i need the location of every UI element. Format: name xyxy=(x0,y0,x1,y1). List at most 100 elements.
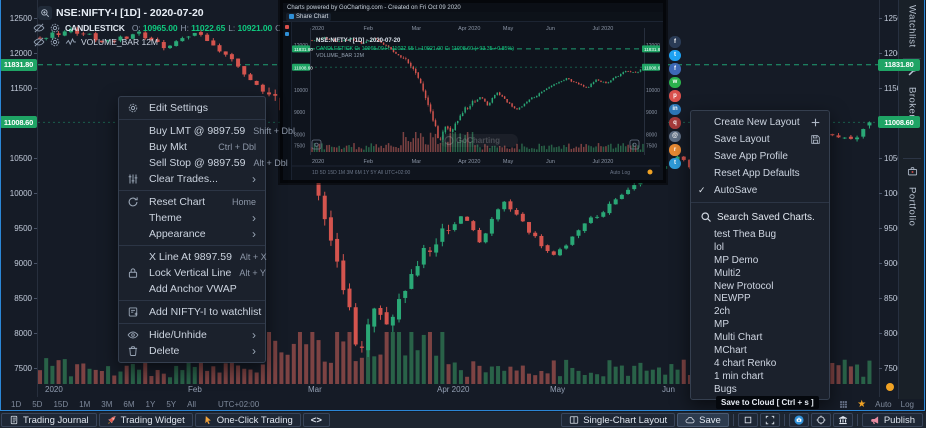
menu-item[interactable]: Delete› xyxy=(119,343,265,359)
taskbar-button-one-click-trading[interactable]: One-Click Trading xyxy=(195,413,301,427)
quora-share-icon[interactable]: q xyxy=(669,117,681,129)
menu-item[interactable]: Sell Stop @ 9897.59Alt + Dbl xyxy=(119,155,265,171)
favorite-star-icon[interactable]: ★ xyxy=(857,400,866,410)
menu-item-label: X Line At 9897.59 xyxy=(149,251,232,263)
auto-scale-toggle[interactable]: Auto xyxy=(875,400,891,409)
menu-item[interactable]: Buy LMT @ 9897.59Shift + Dbl xyxy=(119,123,265,139)
saved-chart-item[interactable]: NEWPP xyxy=(691,292,829,305)
reddit-share-icon[interactable]: r xyxy=(669,144,681,156)
saved-chart-item[interactable]: Multi2 xyxy=(691,267,829,280)
menu-item[interactable]: Theme› xyxy=(119,210,265,226)
saved-chart-item[interactable]: lol xyxy=(691,241,829,254)
tab-portfolio[interactable]: Portfolio xyxy=(899,164,925,226)
price-tick: 11500 xyxy=(0,84,32,93)
facebook-share-icon[interactable]: f xyxy=(669,63,681,75)
menu-item[interactable]: Reset ChartHome xyxy=(119,194,265,210)
facebook-dark-share-icon[interactable]: f xyxy=(669,36,681,48)
menu-separator xyxy=(119,190,265,191)
timeframe-button[interactable]: 1M xyxy=(79,400,90,409)
price-tag: 11008.60 xyxy=(878,116,920,128)
timeframe-button[interactable]: 1D xyxy=(11,400,21,409)
taskbar-button-label: <> xyxy=(311,415,322,426)
fullscreen-button[interactable] xyxy=(760,413,780,427)
snapshot-camera-button[interactable] xyxy=(789,413,809,427)
log-scale-toggle[interactable]: Log xyxy=(901,400,914,409)
timeframe-button[interactable]: All xyxy=(187,400,196,409)
saved-chart-item[interactable]: 4 chart Renko xyxy=(691,357,829,370)
taskbar-button--[interactable]: <> xyxy=(303,413,330,427)
menu-item[interactable]: Clear Trades...› xyxy=(119,171,265,187)
menu-item[interactable]: Appearance› xyxy=(119,226,265,242)
publish-button[interactable]: Publish xyxy=(862,413,923,427)
timezone-label[interactable]: UTC+02:00 xyxy=(218,400,259,409)
save-button[interactable]: Save xyxy=(677,413,729,427)
taskbar-button-trading-widget[interactable]: Trading Widget xyxy=(99,413,193,427)
timeframe-button[interactable]: 5D xyxy=(32,400,42,409)
tick-dash xyxy=(879,193,882,194)
hide-volume-icon[interactable] xyxy=(33,36,45,48)
menu-item[interactable]: Edit Settings xyxy=(119,100,265,116)
menu-item[interactable]: ✓AutoSave xyxy=(691,182,829,199)
menu-item[interactable]: Add NIFTY-I to watchlist xyxy=(119,304,265,320)
price-tick: 12000 xyxy=(0,49,32,58)
single-chart-layout-button[interactable]: Single-Chart Layout xyxy=(561,413,675,427)
tick-dash xyxy=(879,298,882,299)
linkedin-share-icon[interactable]: in xyxy=(669,104,681,116)
search-icon xyxy=(700,211,712,223)
svg-text:Mar: Mar xyxy=(412,159,422,165)
tab-brokers[interactable]: Brokers xyxy=(899,64,925,123)
tab-watchlist[interactable]: Watchlist xyxy=(899,0,925,48)
share-preview-chart: 20202020FebFebMarMarApr 2020Apr 2020MayM… xyxy=(292,22,660,180)
target-button[interactable] xyxy=(811,413,831,427)
saved-chart-item[interactable]: 2ch xyxy=(691,305,829,318)
exchange-bank-button[interactable] xyxy=(833,413,853,427)
pinterest-share-icon[interactable]: p xyxy=(669,90,681,102)
svg-text:May: May xyxy=(503,159,514,165)
study-name: CANDLESTICK xyxy=(65,23,125,33)
menu-item[interactable]: Reset App Defaults xyxy=(691,165,829,182)
menu-item[interactable]: Save App Profile xyxy=(691,148,829,165)
timeframe-button[interactable]: 15D xyxy=(53,400,68,409)
volume-settings-icon[interactable] xyxy=(49,36,61,48)
svg-text:11831.80: 11831.80 xyxy=(644,47,660,52)
menu-item[interactable]: Lock Vertical LineAlt + Y xyxy=(119,265,265,281)
tick-dash xyxy=(34,53,37,54)
saved-chart-item[interactable]: MChart xyxy=(691,344,829,357)
email-share-icon[interactable]: @ xyxy=(669,131,681,143)
menu-item[interactable]: Add Anchor VWAP xyxy=(119,281,265,297)
twitter-share-icon[interactable]: t xyxy=(669,50,681,62)
svg-text:8000: 8000 xyxy=(646,132,657,138)
menu-shortcut: Alt + X xyxy=(240,252,267,262)
grid-settings-icon[interactable] xyxy=(839,400,848,409)
menu-item[interactable]: X Line At 9897.59 Alt + X xyxy=(119,249,265,265)
gocharting-app: NSE:NIFTY-I [1D] - 2020-07-20 CANDLESTIC… xyxy=(0,0,926,428)
hide-study-icon[interactable] xyxy=(33,22,45,34)
timeframe-button[interactable]: 5Y xyxy=(166,400,176,409)
saved-chart-item[interactable]: New Protocol xyxy=(691,280,829,293)
timeframe-button[interactable]: 1Y xyxy=(146,400,156,409)
symbol-search-icon[interactable] xyxy=(38,6,52,20)
saved-chart-item[interactable]: 1 min chart xyxy=(691,370,829,383)
menu-shortcut: Shift + Dbl xyxy=(253,126,295,136)
price-tag: 11831.80 xyxy=(878,59,920,71)
study-settings-icon[interactable] xyxy=(49,22,61,34)
saved-chart-item[interactable]: MP Demo xyxy=(691,254,829,267)
tab-share-chart[interactable]: Share Chart xyxy=(286,13,331,21)
saved-chart-item[interactable]: test Thea Bug xyxy=(691,228,829,241)
saved-chart-item[interactable]: Multi Chart xyxy=(691,331,829,344)
menu-item[interactable]: Buy MktCtrl + Dbl xyxy=(119,139,265,155)
saved-chart-item[interactable]: MP xyxy=(691,318,829,331)
saved-charts-search-input[interactable]: Search Saved Charts. xyxy=(691,206,829,228)
saved-chart-item[interactable]: Bugs xyxy=(691,383,829,396)
timeframe-button[interactable]: 6M xyxy=(123,400,134,409)
menu-item[interactable]: Create New Layout xyxy=(691,114,829,131)
menu-item-label: Buy Mkt xyxy=(149,141,210,153)
whatsapp-share-icon[interactable]: w xyxy=(669,77,681,89)
telegram-share-icon[interactable]: t xyxy=(669,158,681,170)
stop-button[interactable] xyxy=(738,413,758,427)
price-tick: 8000 xyxy=(0,329,32,338)
menu-item[interactable]: Hide/Unhide› xyxy=(119,327,265,343)
menu-item[interactable]: Save Layout xyxy=(691,131,829,148)
timeframe-button[interactable]: 3M xyxy=(101,400,112,409)
taskbar-button-trading-journal[interactable]: Trading Journal xyxy=(1,413,97,427)
